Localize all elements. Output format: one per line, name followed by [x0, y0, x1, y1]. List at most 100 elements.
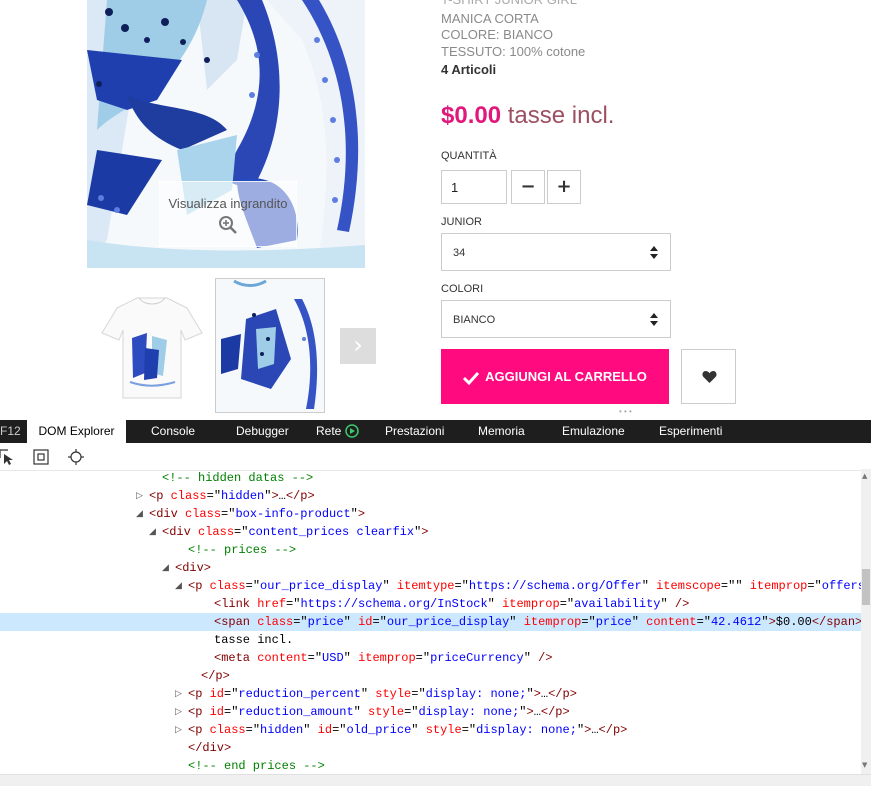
dom-token-val: 42.4612	[710, 615, 762, 629]
dom-token-tag: </p>	[548, 687, 577, 701]
dom-token-plain: tasse incl.	[214, 633, 294, 647]
tab-console[interactable]: Console	[151, 420, 195, 443]
dom-token-attr: id	[317, 723, 333, 737]
quantity-input[interactable]	[441, 170, 507, 204]
price-amount: $0.00	[441, 102, 502, 129]
scroll-down-arrow-icon[interactable]: ▼	[862, 761, 867, 769]
tab-dom-explorer[interactable]: DOM Explorer	[27, 420, 126, 443]
highlight-box-icon[interactable]	[33, 449, 49, 465]
dom-node-markup: <div class="content_prices clearfix">	[162, 523, 428, 541]
tab-memory[interactable]: Memoria	[478, 420, 525, 443]
dom-token-val: offers	[821, 579, 861, 593]
dom-tree-node[interactable]: </p>	[0, 667, 861, 685]
heart-icon	[702, 371, 717, 383]
collapse-triangle-icon[interactable]: ▷	[136, 487, 146, 505]
dom-token-tag: </div>	[188, 741, 232, 755]
dom-tree-node[interactable]: <!-- prices -->	[0, 541, 861, 559]
stock-count: 4 Articoli	[441, 62, 497, 77]
collapse-triangle-icon[interactable]: ▷	[175, 703, 185, 721]
dom-tree-node[interactable]: <span class="price" id="our_price_displa…	[0, 613, 861, 631]
dom-token-tag: <p	[188, 579, 210, 593]
dom-token-plain: ="	[221, 507, 236, 521]
tshirt-thumbnail-image	[101, 297, 203, 399]
expand-triangle-icon[interactable]: ◢	[149, 523, 159, 541]
product-description-line-3: COLORE: BIANCO	[441, 27, 553, 42]
dom-token-plain: …	[533, 705, 541, 719]
dom-token-plain: "	[660, 597, 675, 611]
dom-tree-node[interactable]: ▷ <p id="reduction_percent" style="displa…	[0, 685, 861, 703]
dom-token-plain: "	[353, 705, 369, 719]
dom-token-val: https://schema.org/Offer	[468, 579, 642, 593]
scrollbar-thumb[interactable]	[862, 569, 870, 605]
select-element-icon[interactable]	[0, 449, 16, 465]
dom-token-tag: </p>	[598, 723, 628, 737]
dom-tree-node[interactable]: <!-- end prices -->	[0, 757, 861, 774]
dom-token-plain: ="	[411, 687, 426, 701]
product-page: Visualizza ingrandito › MANICA CORTA COL…	[0, 0, 871, 414]
color-picker-icon[interactable]	[68, 449, 84, 465]
dom-token-val: box-info-product	[235, 507, 351, 521]
size-label: JUNIOR	[441, 216, 482, 228]
dom-tree-node[interactable]: ▷ <p id="reduction_amount" style="display…	[0, 703, 861, 721]
panel-splitter-grip[interactable]: • • •	[619, 408, 635, 415]
collapse-triangle-icon[interactable]: ▷	[175, 721, 185, 739]
dom-tree-vertical-scrollbar[interactable]: ▲ ▼	[861, 469, 871, 774]
zoom-overlay[interactable]: Visualizza ingrandito	[159, 181, 297, 247]
expand-triangle-icon[interactable]: ◢	[136, 505, 146, 523]
dom-token-tag: <div	[149, 507, 186, 521]
devtools-f12-label: F12	[0, 424, 21, 438]
dom-token-comment: <!-- hidden datas -->	[162, 471, 314, 485]
quantity-decrease-button[interactable]: −	[511, 170, 545, 204]
tab-experiments[interactable]: Esperimenti	[659, 420, 722, 443]
color-select[interactable]: BIANCO	[441, 300, 671, 338]
dom-tree-node[interactable]: ◢ <div class="content_prices clearfix">	[0, 523, 861, 541]
dom-tree[interactable]: <!-- hidden datas --> ▷ <p class="hidden">…	[0, 469, 861, 774]
developer-tools-panel: F12 DOM Explorer Console Debugger Rete P…	[0, 420, 871, 786]
dom-token-tag: >	[533, 687, 541, 701]
product-thumbnail-2[interactable]	[215, 278, 325, 413]
size-select[interactable]: 34	[441, 233, 671, 271]
dom-tree-horizontal-scrollbar[interactable]	[0, 774, 871, 786]
dom-token-plain: "	[343, 651, 359, 665]
dom-tree-node[interactable]: ▷ <p class="hidden" id="old_price" style=…	[0, 721, 861, 739]
dom-token-attr: content	[646, 615, 697, 629]
size-select-value: 34	[453, 247, 466, 259]
expand-triangle-icon[interactable]: ◢	[162, 559, 172, 577]
dom-token-tag: />	[538, 651, 553, 665]
dom-tree-node[interactable]: <!-- hidden datas -->	[0, 469, 861, 487]
dom-token-plain: ="	[454, 579, 469, 593]
dom-tree-node[interactable]: <meta content="USD" itemprop="priceCurre…	[0, 649, 861, 667]
dom-token-val: price	[595, 615, 632, 629]
add-to-cart-label: AGGIUNGI AL CARRELLO	[485, 369, 647, 384]
network-record-icon[interactable]	[345, 424, 359, 438]
quantity-increase-button[interactable]: +	[547, 170, 581, 204]
tab-network[interactable]: Rete	[316, 420, 341, 443]
thumbnail-next-button[interactable]: ›	[340, 328, 376, 364]
dom-token-plain: "	[631, 615, 647, 629]
dom-token-plain: "	[303, 723, 318, 737]
dom-token-attr: itemprop	[502, 597, 560, 611]
expand-triangle-icon[interactable]: ◢	[175, 577, 185, 595]
product-description-line-4: TESSUTO: 100% cotone	[441, 44, 586, 59]
collapse-triangle-icon[interactable]: ▷	[175, 685, 185, 703]
tab-debugger[interactable]: Debugger	[236, 420, 289, 443]
dom-tree-node[interactable]: ◢ <div class="box-info-product">	[0, 505, 861, 523]
dom-token-plain: ="	[332, 723, 347, 737]
dom-tree-node[interactable]: </div>	[0, 739, 861, 757]
dom-token-attr: itemscope	[656, 579, 721, 593]
dom-tree-node[interactable]: ▷ <p class="hidden">…</p>	[0, 487, 861, 505]
product-description-line-1: T-SHIRT JUNIOR GIRL	[441, 0, 577, 8]
dom-tree-node[interactable]: ◢ <p class="our_price_display" itemtype="…	[0, 577, 861, 595]
dom-tree-node[interactable]: ◢ <div>	[0, 559, 861, 577]
product-thumbnail-1[interactable]	[97, 278, 207, 413]
dom-token-val: our_price_display	[386, 615, 510, 629]
tab-emulation[interactable]: Emulazione	[562, 420, 625, 443]
product-main-image[interactable]: Visualizza ingrandito	[87, 0, 365, 268]
dom-node-markup: <p class="hidden" id="old_price" style="…	[188, 721, 627, 739]
scroll-up-arrow-icon[interactable]: ▲	[862, 472, 867, 480]
tab-performance[interactable]: Prestazioni	[385, 420, 444, 443]
dom-tree-node[interactable]: tasse incl.	[0, 631, 861, 649]
add-to-cart-button[interactable]: AGGIUNGI AL CARRELLO	[441, 349, 669, 404]
wishlist-button[interactable]	[681, 349, 736, 404]
dom-tree-node[interactable]: <link href="https://schema.org/InStock" …	[0, 595, 861, 613]
